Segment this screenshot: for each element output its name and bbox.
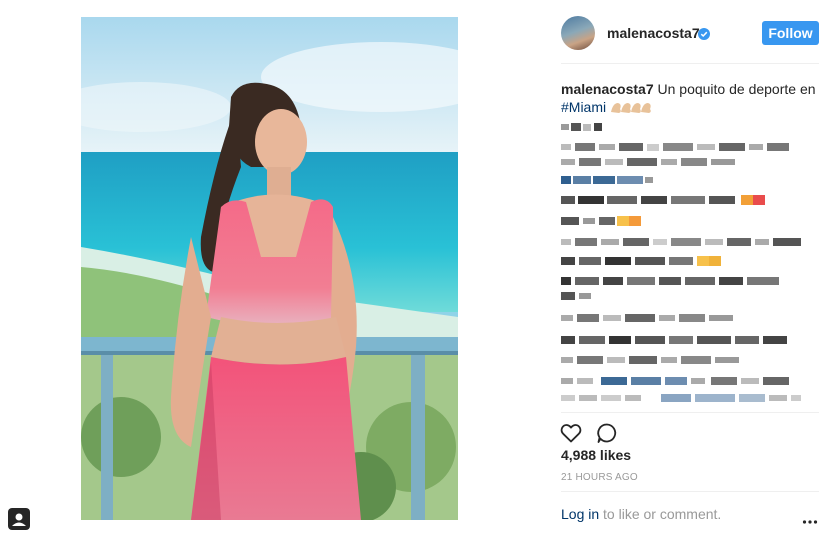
obscured-comment — [561, 375, 806, 387]
obscured-comment — [561, 174, 656, 186]
post-timestamp[interactable]: 21 HOURS AGO — [561, 472, 638, 483]
caption-text: Un poquito de deporte en — [657, 81, 816, 97]
comments-divider — [561, 412, 819, 413]
obscured-comment — [561, 121, 611, 133]
obscured-comment — [561, 334, 791, 346]
user-tag-icon[interactable] — [8, 508, 30, 530]
login-link[interactable]: Log in — [561, 506, 599, 522]
obscured-comment — [561, 236, 806, 248]
hashtag-link[interactable]: #Miami — [561, 99, 606, 115]
obscured-comment — [561, 141, 801, 153]
flexed-biceps-emoji — [610, 100, 652, 118]
caption: malenacosta7 Un poquito de deporte en #M… — [561, 80, 819, 118]
obscured-comment — [561, 215, 646, 227]
obscured-comment — [561, 392, 806, 404]
comment-icon[interactable] — [595, 421, 619, 445]
obscured-comment — [561, 354, 761, 366]
footer-divider — [561, 491, 819, 492]
obscured-comment — [561, 255, 731, 267]
header-divider — [561, 63, 819, 64]
follow-button[interactable]: Follow — [762, 21, 819, 45]
photo-image — [81, 17, 458, 520]
caption-username[interactable]: malenacosta7 — [561, 81, 654, 97]
likes-count[interactable]: 4,988 likes — [561, 447, 631, 463]
more-options-icon[interactable] — [802, 512, 818, 524]
login-prompt-text: to like or comment. — [599, 506, 722, 522]
login-prompt: Log in to like or comment. — [561, 506, 721, 522]
heart-icon[interactable] — [559, 421, 583, 445]
obscured-comment — [561, 275, 791, 287]
avatar[interactable] — [561, 16, 595, 50]
header-username[interactable]: malenacosta7 — [607, 25, 700, 41]
post-photo[interactable] — [81, 17, 458, 520]
obscured-comment — [561, 156, 751, 168]
obscured-comment — [561, 194, 766, 206]
obscured-comment — [561, 312, 739, 324]
obscured-comment — [561, 290, 601, 302]
verified-badge-icon — [698, 27, 710, 40]
